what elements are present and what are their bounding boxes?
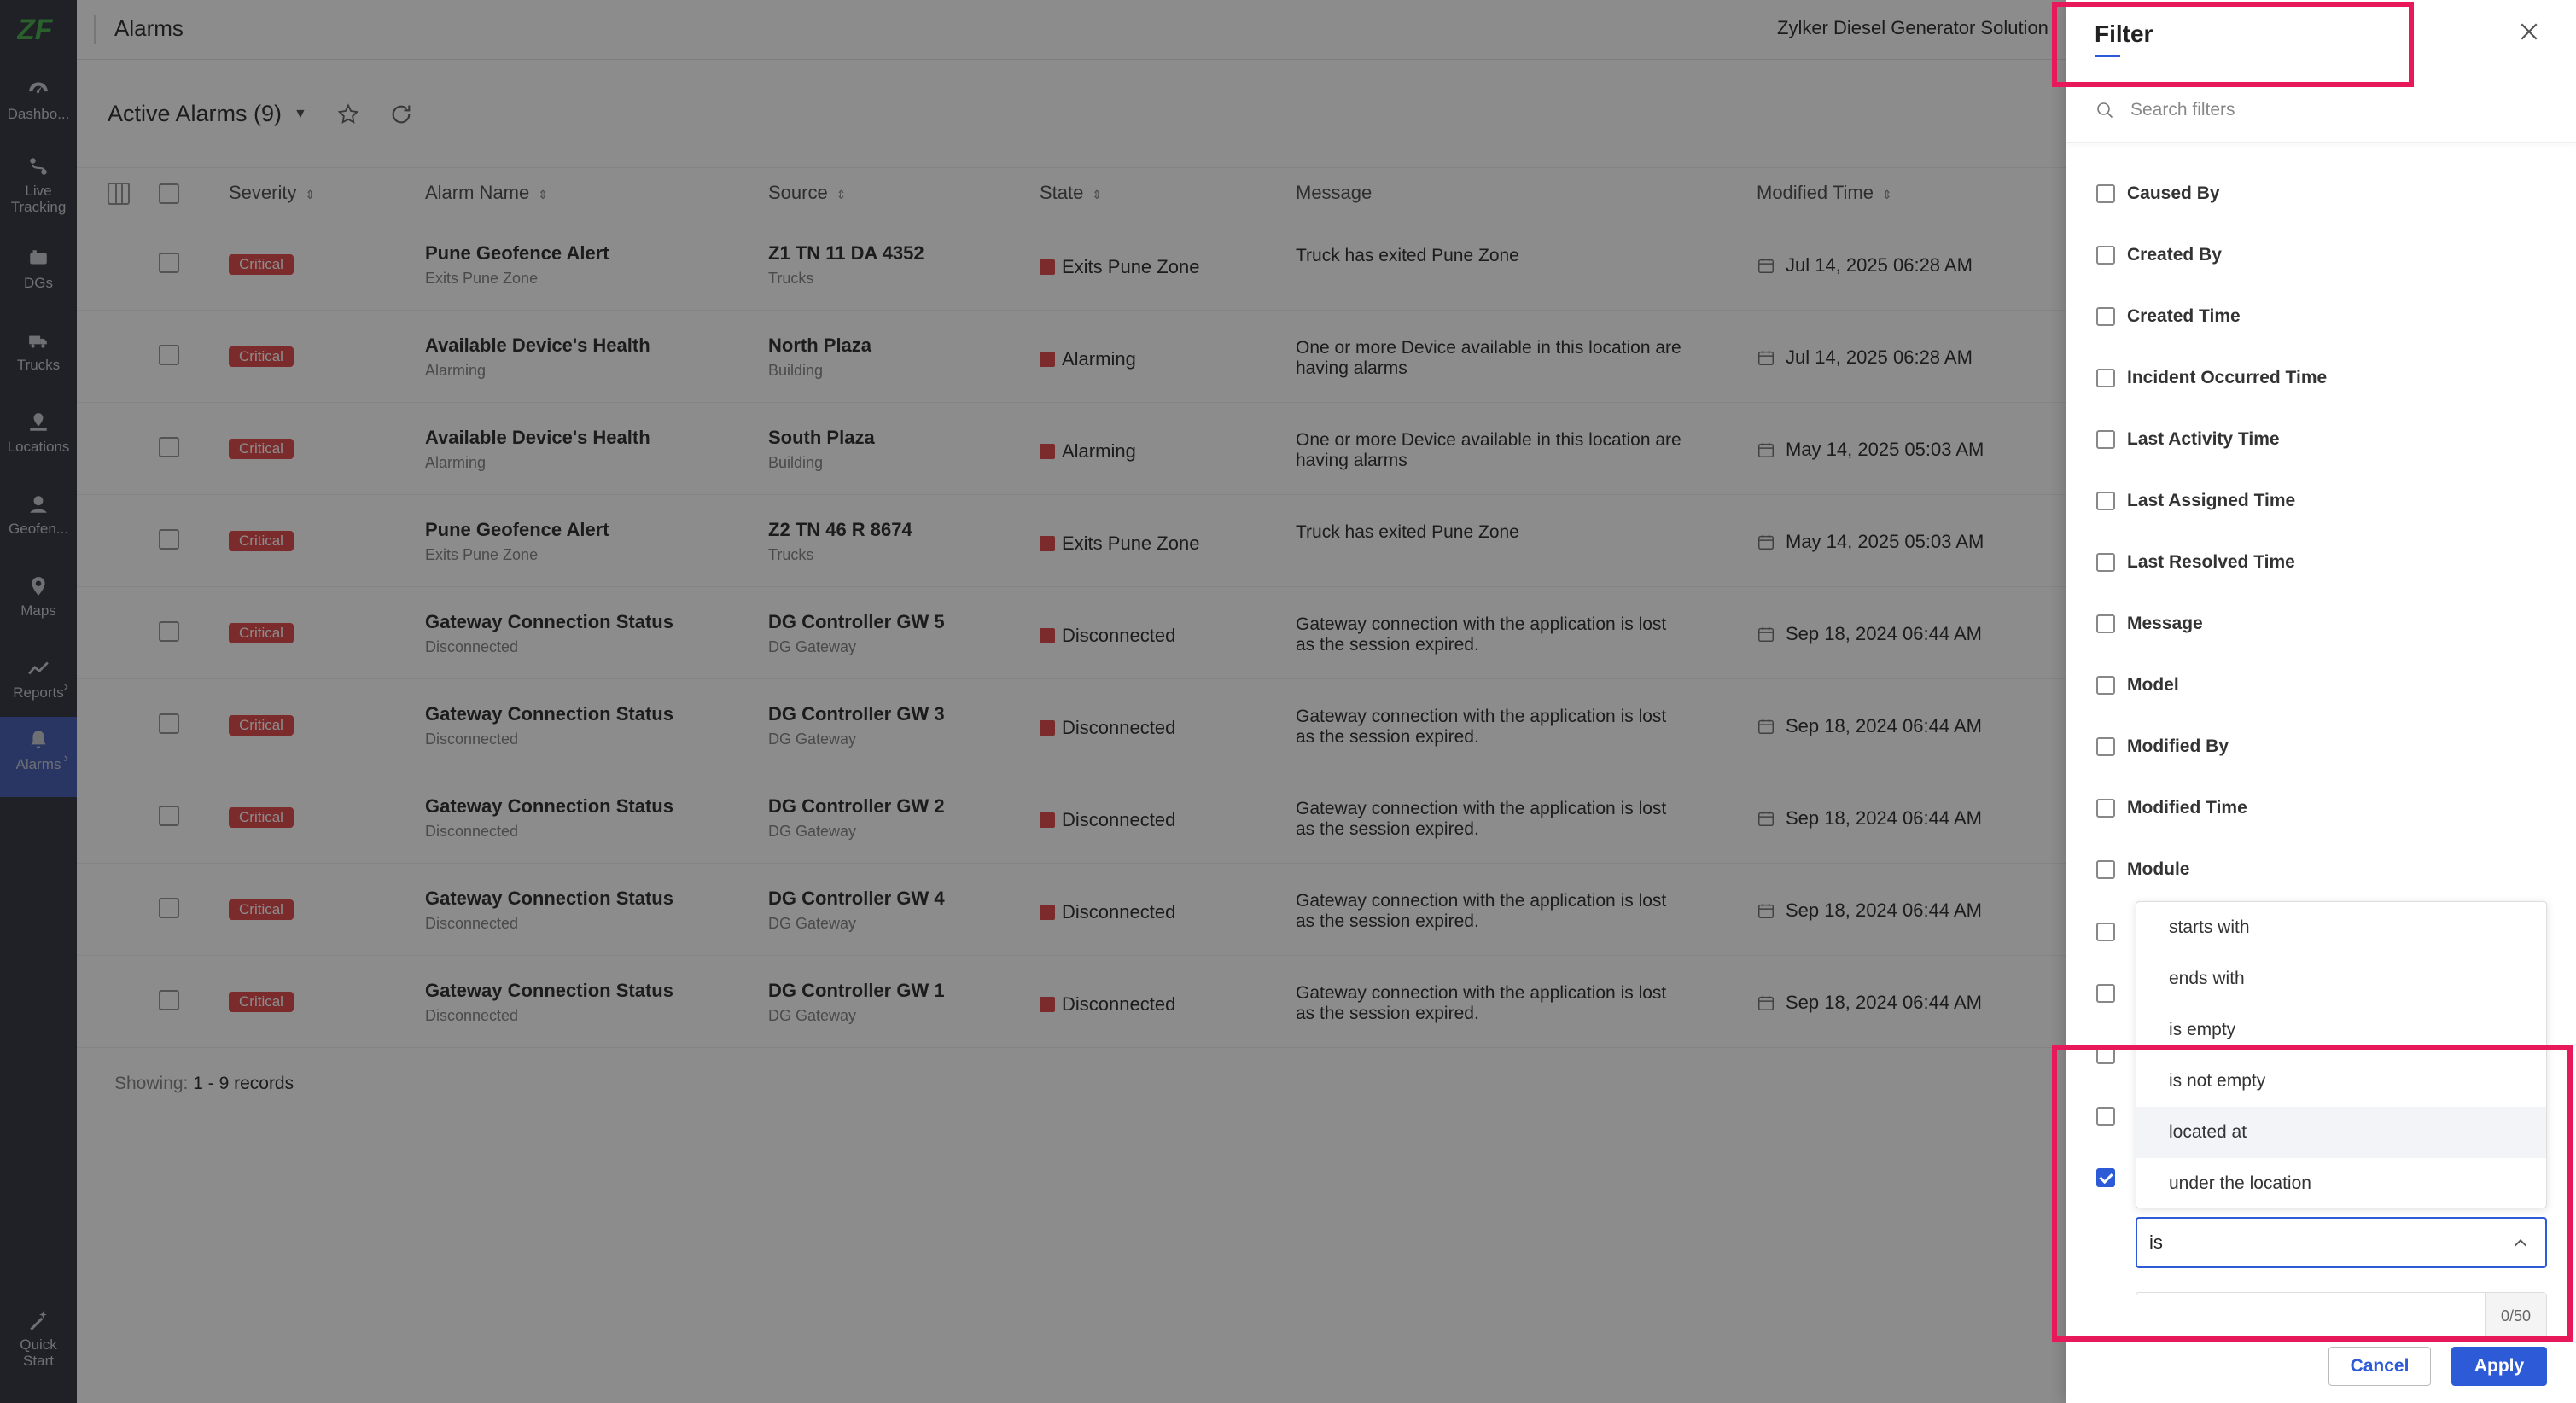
filter-field-item[interactable]: Last Activity Time <box>2096 427 2280 452</box>
cancel-button[interactable]: Cancel <box>2328 1347 2431 1386</box>
filter-field-label: Model <box>2127 675 2179 695</box>
filter-field-label: Last Activity Time <box>2127 429 2280 449</box>
close-icon[interactable] <box>2516 19 2542 44</box>
filter-checkbox[interactable] <box>2096 307 2115 326</box>
filter-search <box>2095 97 2556 123</box>
apply-button[interactable]: Apply <box>2451 1347 2547 1386</box>
filter-checkbox[interactable] <box>2096 184 2115 203</box>
filter-field-item[interactable]: Module <box>2096 857 2190 882</box>
operator-option[interactable]: starts with <box>2136 902 2546 953</box>
search-icon <box>2097 102 2113 119</box>
filter-checkbox[interactable] <box>2096 923 2115 941</box>
filter-checkbox[interactable] <box>2096 984 2115 1003</box>
filter-field-item[interactable]: Created Time <box>2096 304 2241 329</box>
filter-field-label: Caused By <box>2127 183 2220 203</box>
panel-divider <box>2066 142 2576 143</box>
filter-field-label: Created Time <box>2127 306 2241 326</box>
filter-checkbox[interactable] <box>2096 369 2115 387</box>
modal-backdrop[interactable] <box>0 0 2066 1403</box>
operator-option[interactable]: ends with <box>2136 953 2546 1004</box>
highlight-box-filter-title <box>2052 2 2414 87</box>
filter-checkbox[interactable] <box>2096 860 2115 879</box>
filter-field-item[interactable]: Last Resolved Time <box>2096 550 2295 575</box>
filter-field-item[interactable]: Incident Occurred Time <box>2096 365 2327 391</box>
filter-field-label: Created By <box>2127 245 2222 265</box>
filter-field-label: Last Resolved Time <box>2127 552 2295 572</box>
filter-field-item[interactable]: Caused By <box>2096 181 2220 207</box>
search-filters-input[interactable] <box>2130 100 2523 120</box>
filter-field-label: Message <box>2127 614 2203 633</box>
filter-field-label: Incident Occurred Time <box>2127 368 2328 387</box>
filter-field-label: Modified By <box>2127 736 2229 756</box>
filter-field-label: Module <box>2127 859 2190 879</box>
filter-checkbox[interactable] <box>2096 492 2115 510</box>
filter-field-label: Modified Time <box>2127 798 2247 818</box>
filter-field-item[interactable]: Message <box>2096 611 2203 637</box>
filter-checkbox[interactable] <box>2096 246 2115 265</box>
filter-field-item[interactable]: Created By <box>2096 242 2222 268</box>
filter-checkbox[interactable] <box>2096 430 2115 449</box>
filter-field-item[interactable]: Last Assigned Time <box>2096 488 2295 514</box>
filter-checkbox[interactable] <box>2096 676 2115 695</box>
filter-field-item[interactable]: Model <box>2096 672 2179 698</box>
filter-checkbox[interactable] <box>2096 737 2115 756</box>
filter-field-item[interactable]: Modified By <box>2096 734 2229 760</box>
filter-checkbox[interactable] <box>2096 553 2115 572</box>
filter-checkbox[interactable] <box>2096 614 2115 633</box>
filter-checkbox[interactable] <box>2096 799 2115 818</box>
filter-field-item[interactable]: Modified Time <box>2096 795 2247 821</box>
highlight-box-filter-options <box>2052 1045 2573 1342</box>
filter-field-label: Last Assigned Time <box>2127 491 2296 510</box>
